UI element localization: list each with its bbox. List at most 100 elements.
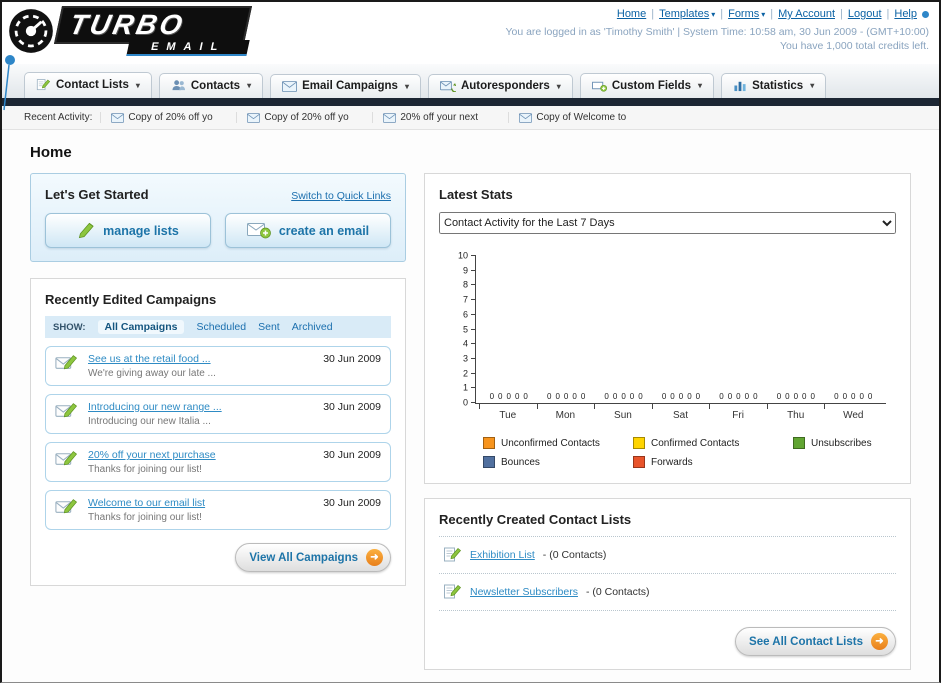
x-axis-label: Tue [479, 404, 537, 421]
legend-swatch [793, 437, 805, 449]
legend-label: Unconfirmed Contacts [501, 437, 600, 449]
y-axis-label: 9 [462, 265, 468, 276]
recent-activity-text: Copy of Welcome to [536, 112, 627, 123]
chart-legend: Unconfirmed Contacts Confirmed Contacts Un… [483, 437, 896, 468]
nav-divider-bar [2, 98, 939, 106]
link-separator: | [886, 8, 890, 20]
contact-list-link[interactable]: Exhibition List [470, 549, 535, 561]
contact-list-row[interactable]: Exhibition List - (0 Contacts) [439, 537, 896, 574]
nav-tab-contacts[interactable]: Contacts ▾ [158, 73, 264, 98]
campaign-date: 30 Jun 2009 [323, 401, 381, 413]
filter-tab-scheduled[interactable]: Scheduled [196, 321, 246, 333]
recent-activity-bar: Recent Activity: Copy of 20% off yo Copy… [2, 106, 939, 130]
header-link-home[interactable]: Home [617, 8, 646, 20]
chart-value-label: 0 [523, 392, 528, 401]
chart-value-label: 0 [776, 392, 782, 401]
create-email-label: create an email [278, 223, 370, 238]
nav-tab-contact-lists[interactable]: Contact Lists ▾ [24, 72, 152, 98]
campaign-row[interactable]: Introducing our new range ... Introducin… [45, 394, 391, 434]
recent-activity-item[interactable]: 20% off your next [372, 112, 508, 123]
chart-x-axis: Tue Mon Sun Sat Fri Thu Wed [475, 404, 886, 421]
stats-panel-title: Latest Stats [439, 187, 513, 202]
header-link-help[interactable]: Help [894, 8, 917, 20]
logo-subtitle: EMAIL [126, 40, 250, 56]
legend-swatch [483, 437, 495, 449]
app-logo: TURBO EMAIL [8, 6, 253, 56]
campaign-title-link[interactable]: See us at the retail food ... [88, 353, 314, 365]
manage-lists-button[interactable]: manage lists [45, 213, 211, 248]
chart-day-group: 00000 [537, 393, 594, 403]
campaign-date: 30 Jun 2009 [323, 449, 381, 461]
x-axis-label: Wed [824, 404, 882, 421]
see-all-contact-lists-button[interactable]: See All Contact Lists ➜ [735, 627, 896, 656]
chart-value-label: 0 [851, 392, 856, 401]
page-title: Home [30, 144, 72, 161]
recent-activity-item[interactable]: Copy of 20% off yo [236, 112, 372, 123]
recent-activity-text: 20% off your next [400, 112, 479, 123]
campaign-date: 30 Jun 2009 [323, 497, 381, 509]
list-edit-icon [444, 547, 462, 562]
chart-value-label: 0 [834, 392, 839, 401]
header-link-logout[interactable]: Logout [848, 8, 882, 20]
legend-item: Bounces [483, 456, 633, 468]
header-link-templates[interactable]: Templates [659, 8, 709, 20]
recent-activity-item[interactable]: Copy of 20% off yo [100, 112, 236, 123]
chart-value-label: 0 [555, 392, 560, 401]
campaign-subtitle: We're giving away our late ... [88, 368, 216, 379]
main-content: Home Let's Get Started Switch to Quick L… [2, 130, 939, 670]
create-email-button[interactable]: create an email [225, 213, 391, 248]
campaigns-panel-title: Recently Edited Campaigns [45, 292, 217, 307]
nav-tab-autoresponders[interactable]: Autoresponders ▾ [427, 74, 573, 98]
chart-value-label: 0 [719, 392, 724, 401]
campaign-title-link[interactable]: 20% off your next purchase [88, 449, 314, 461]
notification-dot [922, 10, 929, 18]
chart-value-label: 0 [580, 392, 586, 401]
logo-text: TURBO EMAIL [53, 6, 253, 56]
campaign-row[interactable]: 20% off your next purchase Thanks for jo… [45, 442, 391, 482]
chart-value-label: 0 [547, 392, 552, 401]
stats-period-select[interactable]: Contact Activity for the Last 7 Days [439, 212, 896, 234]
nav-tab-custom-fields[interactable]: Custom Fields ▾ [579, 73, 715, 98]
legend-item: Confirmed Contacts [633, 437, 793, 449]
nav-tab-label: Contacts [190, 79, 241, 92]
contact-list-link[interactable]: Newsletter Subscribers [470, 586, 578, 598]
campaign-edit-icon [55, 451, 78, 466]
campaign-filter-bar: SHOW: All Campaigns Scheduled Sent Archi… [45, 316, 391, 338]
chart-value-label: 0 [629, 392, 635, 401]
top-header: TURBO EMAIL Home | Templates ▾ | Forms ▾ | My… [2, 2, 939, 64]
header-link-forms[interactable]: Forms [728, 8, 759, 20]
switch-quick-links-link[interactable]: Switch to Quick Links [291, 190, 391, 202]
recent-activity-item[interactable]: Copy of Welcome to [508, 112, 644, 123]
y-axis-label: 0 [462, 397, 468, 408]
header-link-my-account[interactable]: My Account [778, 8, 835, 20]
chevron-down-icon: ▾ [711, 9, 716, 19]
view-all-campaigns-button[interactable]: View All Campaigns ➜ [235, 543, 391, 572]
link-separator: | [651, 8, 655, 20]
filter-tab-sent[interactable]: Sent [258, 321, 280, 333]
legend-item: Unconfirmed Contacts [483, 437, 633, 449]
filter-tab-archived[interactable]: Archived [292, 321, 333, 333]
campaign-edit-icon [55, 403, 78, 418]
x-axis-label: Fri [709, 404, 767, 421]
legend-label: Confirmed Contacts [651, 437, 740, 449]
chart-value-label: 0 [687, 392, 692, 401]
see-all-contact-lists-label: See All Contact Lists [749, 635, 863, 648]
campaign-title-link[interactable]: Introducing our new range ... [88, 401, 314, 413]
chart-value-label: 0 [695, 392, 701, 401]
new-email-icon [246, 223, 271, 239]
contact-list-row[interactable]: Newsletter Subscribers - (0 Contacts) [439, 574, 896, 611]
campaign-row[interactable]: Welcome to our email list Thanks for joi… [45, 490, 391, 530]
chart-value-label: 0 [638, 392, 643, 401]
legend-swatch [633, 456, 645, 468]
nav-tab-email-campaigns[interactable]: Email Campaigns ▾ [270, 74, 421, 98]
filter-tab-all-campaigns[interactable]: All Campaigns [97, 320, 185, 334]
legend-item: Unsubscribes [793, 437, 896, 449]
campaign-title-link[interactable]: Welcome to our email list [88, 497, 314, 509]
email-campaigns-icon [282, 80, 298, 92]
chevron-down-icon: ▾ [135, 80, 140, 90]
credits-info: You have 1,000 total credits left. [779, 40, 929, 52]
latest-stats-panel: Latest Stats Contact Activity for the La… [424, 173, 911, 484]
campaign-row[interactable]: See us at the retail food ... We're givi… [45, 346, 391, 386]
nav-tab-statistics[interactable]: Statistics ▾ [721, 73, 827, 98]
chart-value-label: 0 [736, 392, 741, 401]
